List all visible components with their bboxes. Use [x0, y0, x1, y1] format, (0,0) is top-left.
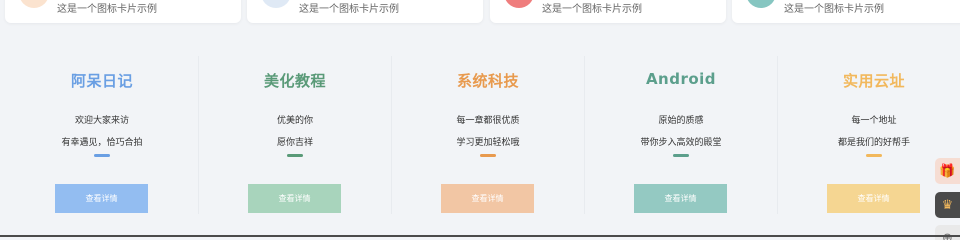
icon-card[interactable]: 这是一个图标卡片示例 [5, 0, 241, 23]
accent-divider [287, 154, 303, 157]
accent-divider [480, 154, 496, 157]
feature-subtitle: 欢迎大家来访 [74, 116, 129, 126]
feature-subtitle: 原始的质感 [658, 116, 704, 126]
crown-icon[interactable]: ♛ [935, 192, 960, 218]
card-icon [746, 0, 776, 8]
card-description: 这是一个图标卡片示例 [57, 4, 157, 15]
card-description: 这是一个图标卡片示例 [784, 4, 884, 15]
feature-column-tutorial: 美化教程 优美的你 愿你吉祥 查看详情 [199, 56, 392, 214]
view-details-button[interactable]: 查看详情 [55, 184, 148, 213]
card-icon [504, 0, 534, 8]
view-details-button[interactable]: 查看详情 [827, 184, 920, 213]
feature-column-cloud: 实用云址 每一个地址 都是我们的好帮手 查看详情 [778, 56, 960, 214]
feature-title: 美化教程 [263, 72, 326, 90]
card-description: 这是一个图标卡片示例 [299, 4, 399, 15]
feature-subtitle: 都是我们的好帮手 [837, 138, 910, 148]
feature-column-tech: 系统科技 每一章都很优质 学习更加轻松哦 查看详情 [392, 56, 585, 214]
window-bottom-edge [0, 235, 960, 237]
feature-title: 实用云址 [842, 72, 905, 90]
icon-card[interactable]: 这是一个图标卡片示例 [732, 0, 960, 23]
feature-section: 阿呆日记 欢迎大家来访 有幸遇见，恰巧合拍 查看详情 美化教程 优美的你 愿你吉… [6, 56, 960, 214]
feature-subtitle: 每一章都很优质 [456, 116, 520, 126]
feature-title: 系统科技 [456, 72, 519, 90]
icon-card-row: 这是一个图标卡片示例 这是一个图标卡片示例 这是一个图标卡片示例 这是一个图标卡… [0, 0, 960, 24]
icon-card[interactable]: 这是一个图标卡片示例 [490, 0, 726, 23]
accent-divider [673, 154, 689, 157]
card-icon [19, 0, 49, 8]
add-icon[interactable]: ⊕ [935, 225, 960, 240]
feature-subtitle: 带你步入高效的殿堂 [640, 138, 722, 148]
feature-subtitle: 愿你吉祥 [276, 138, 313, 148]
gift-icon[interactable]: 🎁 [935, 158, 960, 184]
view-details-button[interactable]: 查看详情 [248, 184, 341, 213]
accent-divider [866, 154, 882, 157]
view-details-button[interactable]: 查看详情 [441, 184, 534, 213]
card-icon [261, 0, 291, 8]
feature-column-android: Android 原始的质感 带你步入高效的殿堂 查看详情 [585, 56, 778, 214]
feature-subtitle: 学习更加轻松哦 [456, 138, 520, 148]
card-description: 这是一个图标卡片示例 [542, 4, 642, 15]
feature-subtitle: 优美的你 [276, 116, 313, 126]
view-details-button[interactable]: 查看详情 [634, 184, 727, 213]
feature-title: Android [645, 70, 717, 88]
feature-title: 阿呆日记 [70, 72, 133, 90]
icon-card[interactable]: 这是一个图标卡片示例 [247, 0, 483, 23]
feature-subtitle: 有幸遇见，恰巧合拍 [61, 138, 143, 148]
accent-divider [94, 154, 110, 157]
feature-subtitle: 每一个地址 [851, 116, 897, 126]
feature-column-diary: 阿呆日记 欢迎大家来访 有幸遇见，恰巧合拍 查看详情 [6, 56, 199, 214]
